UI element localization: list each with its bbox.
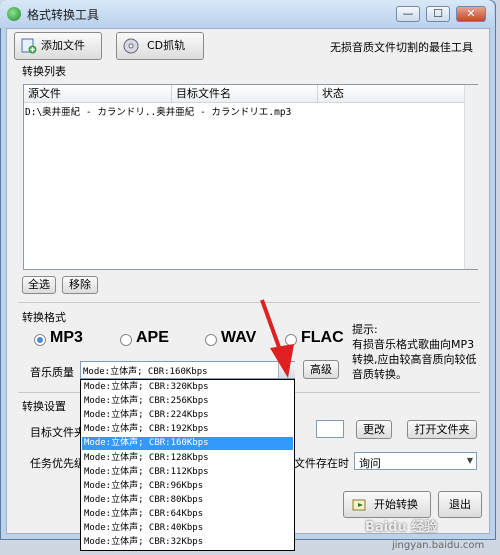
quality-option[interactable]: Mode:立体声; CBR:192Kbps — [82, 423, 293, 436]
quality-option[interactable]: Mode:立体声; CBR:32Kbps — [82, 536, 293, 549]
add-file-label: 添加文件 — [41, 39, 85, 52]
format-option-wav[interactable]: WAV — [221, 329, 256, 347]
format-label: 转换格式 — [22, 311, 66, 324]
radio-mp3[interactable] — [34, 334, 46, 346]
close-button[interactable]: ✕ — [456, 6, 486, 22]
start-convert-label: 开始转换 — [374, 498, 418, 511]
settings-label: 转换设置 — [22, 400, 66, 413]
row-source: D:\奥井亜紀 - カランドリ.. — [25, 107, 157, 118]
select-all-button[interactable]: 全选 — [22, 276, 56, 294]
watermark-logo: Baidu 经验 — [365, 520, 438, 535]
column-header-target[interactable]: 目标文件名 — [172, 85, 318, 103]
target-folder-input[interactable] — [316, 420, 344, 438]
watermark-url: jingyan.baidu.com — [392, 540, 485, 551]
convert-icon — [352, 499, 366, 511]
quality-option[interactable]: Mode:立体声; CBR:96Kbps — [82, 480, 293, 493]
column-header-status[interactable]: 状态 — [318, 85, 468, 103]
row-target: 奥井亜紀 - カランドリエ.mp3 — [156, 107, 292, 118]
quality-dropdown-list[interactable]: Mode:立体声; CBR:320Kbps Mode:立体声; CBR:256Kb… — [80, 379, 295, 551]
minimize-button[interactable]: — — [396, 6, 420, 22]
format-option-mp3[interactable]: MP3 — [50, 329, 83, 347]
quality-label: 音乐质量 — [30, 366, 74, 379]
add-file-icon — [21, 38, 37, 54]
quality-option[interactable]: Mode:立体声; CBR:80Kbps — [82, 494, 293, 507]
chevron-down-icon[interactable]: ▼ — [464, 453, 476, 469]
format-option-ape[interactable]: APE — [136, 329, 169, 347]
quality-option[interactable]: Mode:立体声; CBR:320Kbps — [82, 381, 293, 394]
divider — [18, 302, 480, 303]
add-file-button[interactable]: 添加文件 — [14, 32, 102, 60]
quality-value: Mode:立体声; CBR:160Kbps — [83, 367, 208, 377]
quality-option[interactable]: Mode:立体声; CBR:224Kbps — [82, 409, 293, 422]
change-button[interactable]: 更改 — [356, 420, 392, 439]
hint-title: 提示: — [352, 323, 378, 336]
cd-icon — [123, 38, 139, 54]
file-exists-select[interactable]: 询问 ▼ — [354, 452, 477, 470]
window-title: 格式转换工具 — [27, 8, 100, 22]
advanced-button[interactable]: 高级 — [303, 360, 339, 379]
quality-option[interactable]: Mode:立体声; CBR:160Kbps — [82, 437, 293, 451]
cd-rip-label: CD抓轨 — [147, 39, 186, 52]
remove-button[interactable]: 移除 — [62, 276, 98, 294]
title-bar[interactable]: 格式转换工具 — ☐ ✕ — [0, 0, 494, 28]
list-scrollbar[interactable] — [464, 85, 479, 269]
format-option-flac[interactable]: FLAC — [301, 329, 344, 347]
app-icon — [7, 7, 21, 21]
column-header-source[interactable]: 源文件 — [24, 85, 172, 103]
quality-option[interactable]: Mode:立体声; CBR:112Kbps — [82, 466, 293, 479]
list-row[interactable]: D:\奥井亜紀 - カランドリ..奥井亜紀 - カランドリエ.mp3 — [25, 105, 469, 121]
start-convert-button[interactable]: 开始转换 — [343, 491, 431, 518]
file-exists-value: 询问 — [359, 457, 381, 470]
slogan-text: 无损音质文件切割的最佳工具 — [330, 41, 473, 54]
hint-text: 有损音乐格式歌曲向MP3转换,应由较高音质向较低音质转换。 — [352, 338, 477, 381]
convert-list[interactable]: 源文件 目标文件名 状态 D:\奥井亜紀 - カランドリ..奥井亜紀 - カラン… — [23, 84, 479, 270]
priority-label: 任务优先级 — [30, 457, 85, 470]
radio-ape[interactable] — [120, 334, 132, 346]
cd-rip-button[interactable]: CD抓轨 — [116, 32, 204, 60]
red-arrow-annotation — [260, 299, 294, 378]
quality-option[interactable]: Mode:立体声; CBR:40Kbps — [82, 522, 293, 535]
radio-wav[interactable] — [205, 334, 217, 346]
maximize-button[interactable]: ☐ — [426, 6, 450, 22]
quality-option[interactable]: Mode:立体声; CBR:256Kbps — [82, 395, 293, 408]
convert-list-label: 转换列表 — [22, 65, 66, 78]
quality-option[interactable]: Mode:立体声; CBR:64Kbps — [82, 508, 293, 521]
file-exists-label: 文件存在时 — [294, 457, 349, 470]
quality-option[interactable]: Mode:立体声; CBR:128Kbps — [82, 452, 293, 465]
exit-button[interactable]: 退出 — [438, 491, 482, 518]
target-folder-label: 目标文件夹 — [30, 426, 85, 439]
open-folder-button[interactable]: 打开文件夹 — [407, 420, 477, 439]
